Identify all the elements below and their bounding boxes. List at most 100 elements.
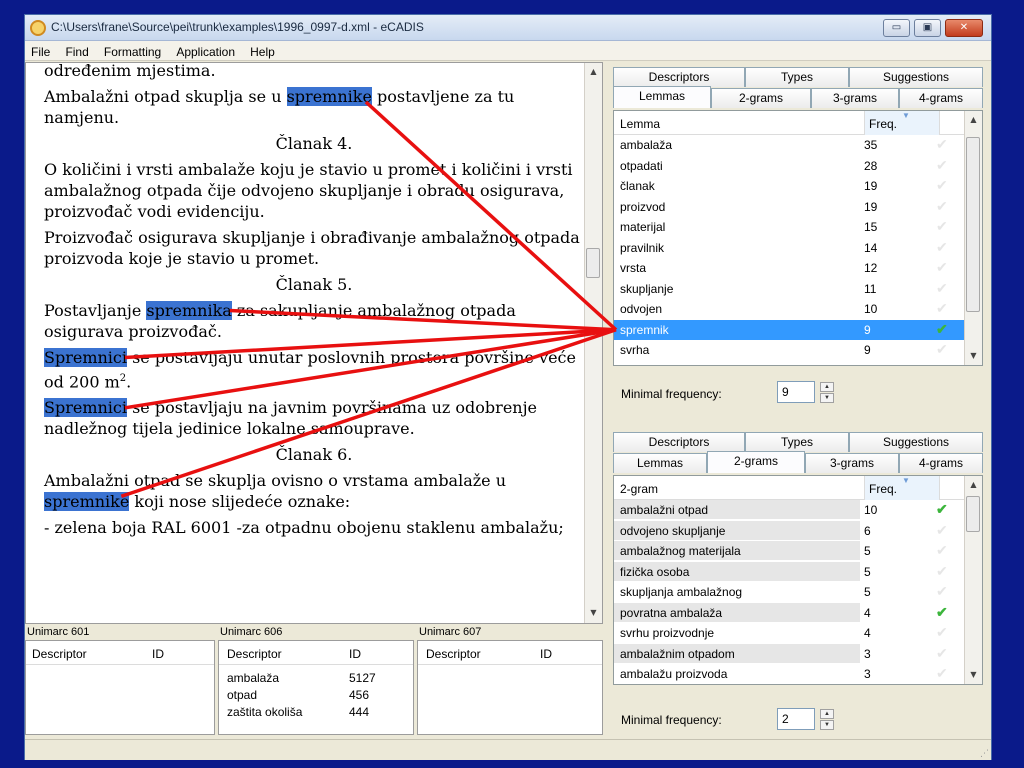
table-row[interactable]: otpad 456: [219, 686, 413, 703]
check-icon[interactable]: ✔: [936, 645, 948, 662]
check-icon[interactable]: ✔: [936, 239, 948, 256]
ngram-scrollbar[interactable]: ▲ ▼: [964, 476, 982, 684]
close-button[interactable]: ✕: [945, 19, 983, 37]
minimize-button[interactable]: ▭: [883, 19, 910, 37]
tab-types[interactable]: Types: [745, 67, 849, 87]
check-icon[interactable]: ✔: [936, 563, 948, 580]
list-item[interactable]: pravilnik 14 ✔: [614, 238, 982, 259]
list-item[interactable]: članak 19 ✔: [614, 176, 982, 197]
spin-up-icon[interactable]: ▲: [820, 709, 834, 719]
tab-descriptors[interactable]: Descriptors: [613, 67, 745, 87]
list-item[interactable]: ambalaža 35 ✔: [614, 135, 982, 156]
scroll-thumb[interactable]: [966, 137, 980, 312]
check-icon[interactable]: ✔: [936, 300, 948, 317]
highlighted-term[interactable]: spremnike: [286, 87, 372, 106]
table-row[interactable]: ambalaža 5127: [219, 669, 413, 686]
check-icon[interactable]: ✔: [936, 624, 948, 641]
tab-suggestions[interactable]: Suggestions: [849, 67, 983, 87]
list-item[interactable]: ambalažu proizvoda 3 ✔: [614, 664, 982, 684]
check-icon[interactable]: ✔: [936, 542, 948, 559]
column-2-gram[interactable]: 2-gram: [620, 482, 658, 496]
ngram-list[interactable]: 2-gram Freq. ▼ ambalažni otpad 10 ✔ odvojen…: [613, 475, 983, 685]
document-view[interactable]: određenim mjestima. Ambalažni otpad skup…: [25, 62, 603, 624]
list-item[interactable]: svrha 9 ✔: [614, 340, 982, 361]
scroll-down-arrow-icon[interactable]: ▼: [965, 666, 982, 683]
menu-application[interactable]: Application: [171, 43, 240, 59]
check-icon[interactable]: ✔: [936, 177, 948, 194]
menu-find[interactable]: Find: [60, 43, 93, 59]
table-row[interactable]: zaštita okoliša 444: [219, 703, 413, 720]
tab-types[interactable]: Types: [745, 432, 849, 452]
scroll-up-arrow-icon[interactable]: ▲: [965, 111, 982, 128]
check-icon[interactable]: ✔: [936, 522, 948, 539]
highlighted-term[interactable]: spremnike: [44, 492, 130, 512]
list-item[interactable]: ambalažnim otpadom 3 ✔: [614, 643, 982, 665]
min-frequency-spinner[interactable]: 9 ▲ ▼: [777, 381, 834, 403]
tab-lemmas[interactable]: Lemmas: [613, 453, 707, 473]
list-item[interactable]: fizička osoba 5 ✔: [614, 561, 982, 583]
list-item[interactable]: odvojeno skupljanje 6 ✔: [614, 520, 982, 542]
check-icon[interactable]: ✔: [936, 218, 948, 235]
check-icon[interactable]: ✔: [936, 136, 948, 153]
list-item[interactable]: materijal 15 ✔: [614, 217, 982, 238]
scroll-down-arrow-icon[interactable]: ▼: [585, 604, 602, 621]
list-item[interactable]: skupljanja ambalažnog 5 ✔: [614, 582, 982, 603]
tab-descriptors[interactable]: Descriptors: [613, 432, 745, 452]
highlighted-term[interactable]: Spremnici: [44, 348, 127, 367]
scroll-thumb[interactable]: [966, 496, 980, 532]
column-lemma[interactable]: Lemma: [620, 117, 660, 131]
document-scrollbar[interactable]: ▲ ▼: [584, 63, 602, 623]
check-icon[interactable]: ✔: [936, 583, 948, 600]
spin-up-icon[interactable]: ▲: [820, 382, 834, 392]
menu-file[interactable]: File: [25, 43, 55, 59]
tab-3-grams[interactable]: 3-grams: [811, 88, 899, 108]
tab-2-grams[interactable]: 2-grams: [707, 451, 805, 473]
tab-4-grams[interactable]: 4-grams: [899, 88, 983, 108]
tab-4-grams[interactable]: 4-grams: [899, 453, 983, 473]
scroll-up-arrow-icon[interactable]: ▲: [585, 63, 602, 80]
check-icon[interactable]: ✔: [936, 341, 948, 358]
list-item[interactable]: vrsta 12 ✔: [614, 258, 982, 279]
unimarc-606-table[interactable]: Descriptor ID ambalaža 5127 otpad 456 zašti…: [218, 640, 414, 735]
resize-grip-icon[interactable]: ⋰: [980, 749, 989, 759]
list-item[interactable]: svrhu proizvodnje 4 ✔: [614, 623, 982, 644]
scroll-thumb[interactable]: [586, 248, 600, 278]
list-item[interactable]: povratna ambalaža 4 ✔: [614, 602, 982, 624]
check-icon[interactable]: ✔: [936, 604, 948, 621]
scroll-up-arrow-icon[interactable]: ▲: [965, 476, 982, 493]
list-item[interactable]: odvojen 10 ✔: [614, 299, 982, 320]
title-bar[interactable]: C:\Users\frane\Source\pei\trunk\examples…: [25, 15, 991, 41]
spin-down-icon[interactable]: ▼: [820, 393, 834, 403]
tab-2-grams[interactable]: 2-grams: [711, 88, 811, 108]
tab-3-grams[interactable]: 3-grams: [805, 453, 899, 473]
check-icon[interactable]: ✔: [936, 157, 948, 174]
list-item[interactable]: otpadati 28 ✔: [614, 156, 982, 177]
highlighted-term[interactable]: Spremnici: [44, 398, 127, 418]
lemma-list[interactable]: Lemma Freq. ▼ ambalaža 35 ✔ otpadati 28 ✔ član…: [613, 110, 983, 366]
scroll-down-arrow-icon[interactable]: ▼: [965, 347, 982, 364]
min-frequency-value[interactable]: 2: [782, 712, 789, 726]
check-icon[interactable]: ✔: [936, 259, 948, 276]
menu-formatting[interactable]: Formatting: [99, 43, 166, 59]
check-icon[interactable]: ✔: [936, 280, 948, 297]
list-item[interactable]: ambalažni otpad 10 ✔: [614, 500, 982, 521]
menu-help[interactable]: Help: [245, 43, 280, 59]
unimarc-607-table[interactable]: Descriptor ID: [417, 640, 603, 735]
tab-lemmas[interactable]: Lemmas: [613, 86, 711, 108]
highlighted-term[interactable]: spremnika: [146, 301, 232, 320]
tab-suggestions[interactable]: Suggestions: [849, 432, 983, 452]
maximize-button[interactable]: ▣: [914, 19, 941, 37]
list-item[interactable]: spremnik 9 ✔: [614, 319, 982, 340]
lemma-scrollbar[interactable]: ▲ ▼: [964, 111, 982, 365]
document-text[interactable]: određenim mjestima. Ambalažni otpad skup…: [44, 63, 584, 543]
check-icon[interactable]: ✔: [936, 501, 948, 518]
min-frequency-value[interactable]: 9: [782, 385, 789, 399]
list-item[interactable]: skupljanje 11 ✔: [614, 279, 982, 300]
list-item[interactable]: ambalažnog materijala 5 ✔: [614, 541, 982, 562]
unimarc-601-table[interactable]: Descriptor ID: [25, 640, 215, 735]
min-frequency-spinner[interactable]: 2 ▲ ▼: [777, 708, 834, 730]
check-icon[interactable]: ✔: [936, 665, 948, 682]
list-item[interactable]: proizvod 19 ✔: [614, 197, 982, 218]
spin-down-icon[interactable]: ▼: [820, 720, 834, 730]
check-icon[interactable]: ✔: [936, 198, 948, 215]
